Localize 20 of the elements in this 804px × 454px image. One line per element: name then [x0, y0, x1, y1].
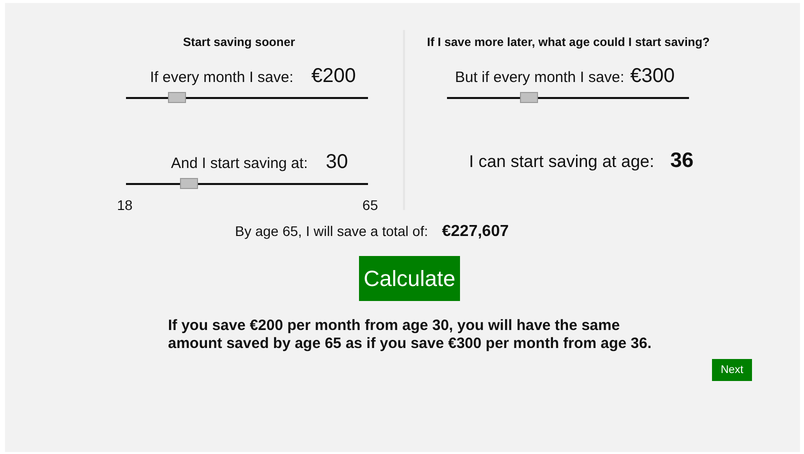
monthly-value: €300 — [630, 64, 675, 89]
summary-text: If you save €200 per month from age 30, you will have the same amount saved by age 65 as if you save €300 per month from age 36. — [168, 317, 653, 353]
monthly-value: €200 — [311, 64, 356, 89]
calculate-button[interactable]: Calculate — [359, 256, 460, 301]
age-label: And I start saving at: — [171, 154, 308, 174]
result-label: I can start saving at age: — [469, 151, 654, 173]
monthly-label: But if every month I save: — [455, 68, 624, 88]
min-label: 18 — [117, 196, 133, 215]
monthly-label: If every month I save: — [150, 68, 294, 88]
section-title: If I save more later, what age could I start saving? — [427, 34, 711, 51]
slider-thumb[interactable] — [168, 92, 186, 103]
result-value: 36 — [670, 148, 694, 174]
age-value: 30 — [326, 150, 348, 175]
section-title: Start saving sooner — [183, 34, 296, 51]
total-value: €227,607 — [442, 222, 509, 242]
max-label: 65 — [362, 196, 378, 215]
slider-thumb[interactable] — [180, 178, 198, 189]
next-button[interactable]: Next — [712, 359, 752, 381]
total-label: By age 65, I will save a total of: — [235, 222, 428, 241]
slider-thumb[interactable] — [520, 92, 538, 103]
